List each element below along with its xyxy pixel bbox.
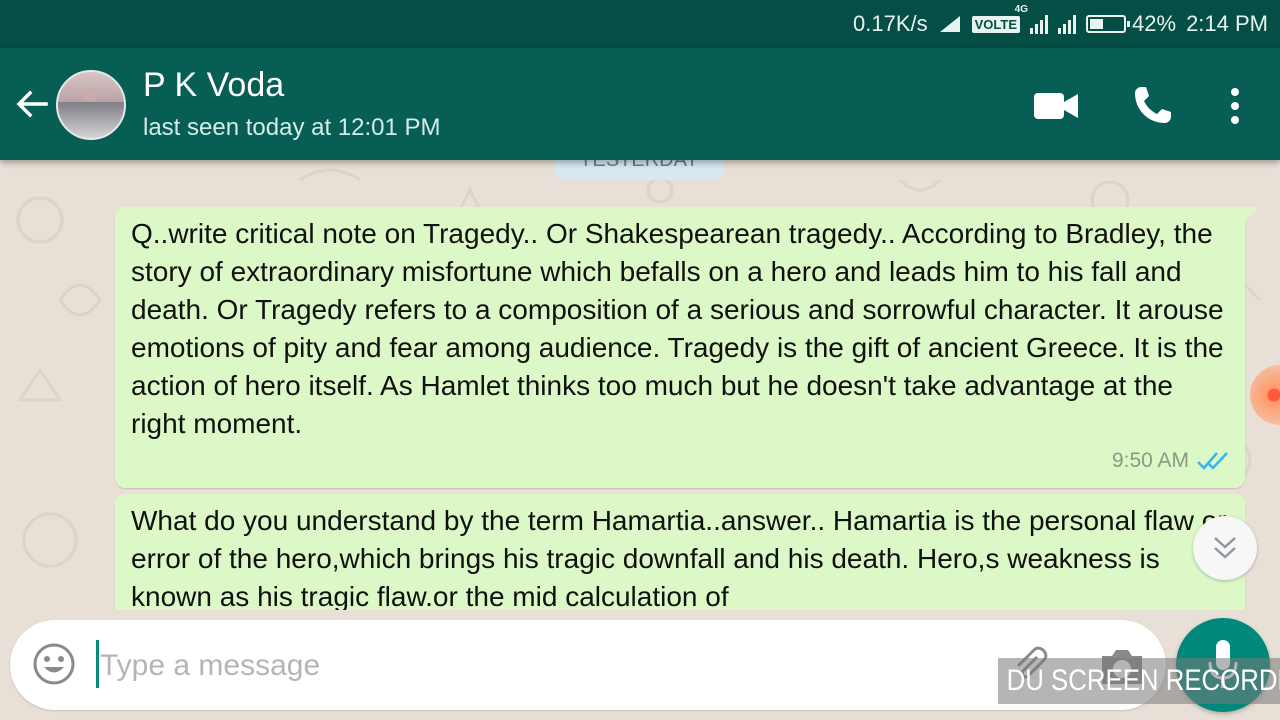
battery-percent: 42% (1132, 11, 1177, 36)
message-time: 9:50 AM (1111, 449, 1189, 472)
wifi-calling-icon (939, 16, 960, 32)
battery-fill (1090, 19, 1104, 29)
contact-name[interactable]: P K Voda (143, 66, 284, 105)
outgoing-message[interactable]: Q..write critical note on Tragedy.. Or S… (115, 207, 1259, 488)
network-speed: 0.17K/s (853, 11, 928, 36)
double-chevron-down-icon (1214, 537, 1236, 559)
status-bar: 0.17K/s VOLTE 4G 42% 2:14 PM (0, 0, 1280, 48)
chat-area[interactable]: YESTERDAY Q..write critical note on Trag… (0, 160, 1280, 610)
avatar[interactable] (56, 70, 126, 140)
screen-recorder-watermark: DU SCREEN RECORDER (998, 658, 1280, 704)
double-check-read-icon (1197, 452, 1228, 470)
message-text: Q..write critical note on Tragedy.. Or S… (131, 218, 1224, 439)
more-options-icon[interactable] (1225, 86, 1245, 126)
chat-header: P K Voda last seen today at 12:01 PM (0, 48, 1280, 160)
volte-badge: VOLTE 4G (971, 4, 1028, 33)
date-chip: YESTERDAY (555, 160, 723, 180)
video-call-icon[interactable] (1034, 92, 1078, 120)
emoji-icon[interactable] (32, 642, 76, 686)
battery-icon (1086, 15, 1131, 33)
message-composer (10, 620, 1166, 710)
scroll-to-bottom-button[interactable] (1193, 516, 1257, 580)
network-type: 4G (1014, 3, 1029, 15)
message-meta: 9:50 AM (1112, 442, 1229, 480)
signal-1-icon (1030, 14, 1049, 34)
back-arrow-icon[interactable] (12, 84, 52, 124)
signal-2-icon (1058, 14, 1077, 34)
last-seen-status[interactable]: last seen today at 12:01 PM (143, 114, 441, 142)
message-text: What do you understand by the term Hamar… (131, 505, 1227, 610)
outgoing-message[interactable]: What do you understand by the term Hamar… (115, 494, 1245, 610)
message-input[interactable] (100, 644, 980, 688)
text-cursor (96, 640, 99, 688)
clock: 2:14 PM (1186, 11, 1268, 36)
phone-icon[interactable] (1132, 84, 1174, 126)
